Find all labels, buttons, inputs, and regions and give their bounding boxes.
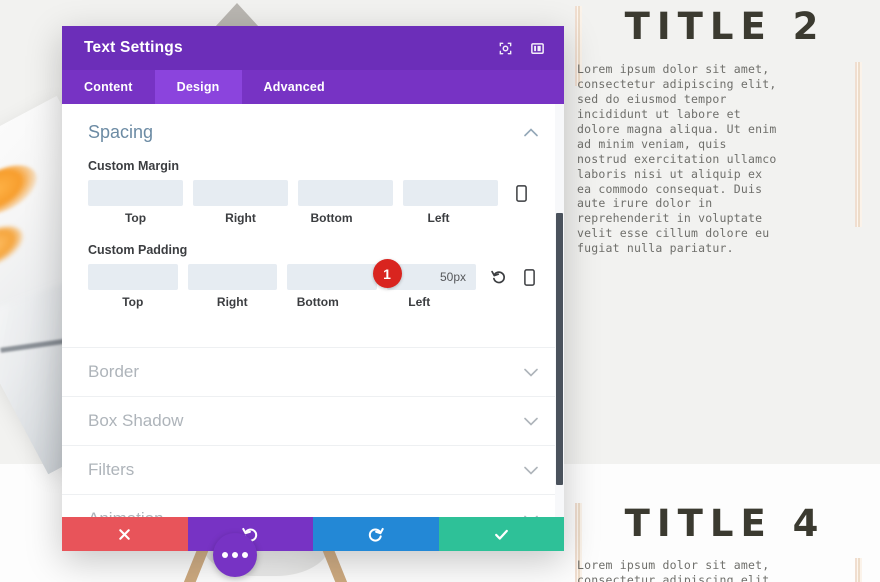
- chevron-down-icon[interactable]: [524, 513, 538, 517]
- save-button[interactable]: [438, 517, 564, 551]
- padding-bottom-field-wrap: Bottom: [287, 264, 377, 309]
- margin-right-input[interactable]: [193, 180, 288, 206]
- more-options-button[interactable]: [213, 533, 257, 577]
- section-row-filters[interactable]: Filters: [62, 445, 564, 494]
- section-label: Box Shadow: [88, 411, 184, 430]
- custom-padding-row: Top Right Bottom 1 50px Left: [88, 259, 538, 309]
- margin-top-caption: Top: [124, 211, 147, 225]
- scrollbar-track[interactable]: [555, 104, 564, 517]
- page-content-column: TITLE 2 Lorem ipsum dolor sit amet, cons…: [565, 0, 880, 582]
- screen: TITLE 2 Lorem ipsum dolor sit amet, cons…: [0, 0, 880, 582]
- padding-top-caption: Top: [122, 295, 144, 309]
- layout-columns-icon[interactable]: [526, 37, 548, 59]
- chevron-down-icon[interactable]: [524, 464, 538, 477]
- scrollbar-thumb[interactable]: [556, 213, 563, 485]
- photo-highlight-1: [0, 155, 45, 225]
- padding-bottom-input[interactable]: [287, 264, 377, 290]
- margin-bottom-field-wrap: Bottom: [298, 180, 393, 225]
- modal-footer: [62, 517, 564, 551]
- spacing-section-header[interactable]: Spacing: [88, 122, 538, 143]
- custom-margin-label: Custom Margin: [88, 159, 179, 173]
- title-text: TITLE 4: [624, 502, 826, 545]
- section-label: Animation: [88, 509, 164, 517]
- section-row-animation[interactable]: Animation: [62, 494, 564, 517]
- margin-left-field-wrap: Left: [403, 180, 498, 225]
- margin-left-caption: Left: [427, 211, 450, 225]
- modal-body: Spacing Custom Margin Top Right Bottom L…: [62, 104, 564, 517]
- padding-bottom-caption: Bottom: [296, 295, 339, 309]
- more-dot: [242, 552, 248, 558]
- spacing-section-title: Spacing: [88, 122, 154, 142]
- section-body-4: Lorem ipsum dolor sit amet, consectetur …: [577, 558, 777, 582]
- margin-left-input[interactable]: [403, 180, 498, 206]
- photo-highlight-2: [0, 218, 30, 275]
- custom-margin-row: Top Right Bottom Left: [88, 180, 538, 225]
- collapsed-sections: Border Box Shadow Filters: [62, 347, 564, 517]
- padding-left-caption: Left: [408, 295, 431, 309]
- reset-icon[interactable]: [490, 267, 508, 287]
- chevron-down-icon[interactable]: [524, 415, 538, 428]
- padding-top-input[interactable]: [88, 264, 178, 290]
- margin-bottom-caption: Bottom: [310, 211, 353, 225]
- cancel-button[interactable]: [62, 517, 188, 551]
- mobile-icon[interactable]: [520, 267, 538, 287]
- more-dot: [222, 552, 228, 558]
- padding-top-field-wrap: Top: [88, 264, 178, 309]
- mobile-icon[interactable]: [512, 183, 530, 203]
- decorative-bar-right-title4: [855, 558, 862, 582]
- padding-right-input[interactable]: [187, 264, 277, 290]
- section-label: Filters: [88, 460, 135, 479]
- decorative-bar-right-title2: [855, 62, 862, 227]
- margin-top-field-wrap: Top: [88, 180, 183, 225]
- more-dot: [232, 552, 238, 558]
- title-text: TITLE 2: [624, 5, 826, 48]
- padding-right-caption: Right: [216, 295, 248, 309]
- chevron-up-icon[interactable]: [524, 126, 538, 139]
- margin-top-input[interactable]: [88, 180, 183, 206]
- margin-row-actions: [512, 180, 530, 206]
- padding-right-field-wrap: Right: [187, 264, 277, 309]
- padding-row-actions: [490, 264, 538, 290]
- margin-right-field-wrap: Right: [193, 180, 288, 225]
- chevron-down-icon[interactable]: [524, 366, 538, 379]
- section-body-2: Lorem ipsum dolor sit amet, consectetur …: [577, 62, 777, 256]
- target-focus-icon[interactable]: [494, 37, 516, 59]
- section-row-box-shadow[interactable]: Box Shadow: [62, 396, 564, 445]
- section-label: Border: [88, 362, 140, 381]
- tab-design[interactable]: Design: [154, 70, 242, 104]
- margin-right-caption: Right: [225, 211, 256, 225]
- section-row-border[interactable]: Border: [62, 347, 564, 396]
- section-title-4: TITLE 4: [577, 505, 873, 542]
- tab-content[interactable]: Content: [62, 70, 155, 104]
- tab-advanced[interactable]: Advanced: [242, 70, 347, 104]
- section-title-2: TITLE 2: [577, 8, 873, 45]
- margin-bottom-input[interactable]: [298, 180, 393, 206]
- text-settings-modal: Text Settings Content Design Advanced Sp…: [62, 26, 564, 551]
- modal-header: Text Settings: [62, 26, 564, 70]
- modal-title: Text Settings: [84, 39, 183, 56]
- redo-button[interactable]: [313, 517, 439, 551]
- step-badge-1: 1: [372, 259, 402, 288]
- custom-padding-label: Custom Padding: [88, 243, 188, 257]
- padding-left-field-wrap: 1 50px Left: [372, 259, 476, 309]
- modal-tabs: Content Design Advanced: [62, 70, 564, 104]
- spacing-section: Spacing Custom Margin Top Right Bottom L…: [62, 104, 564, 333]
- triangle-pointer: [215, 3, 259, 27]
